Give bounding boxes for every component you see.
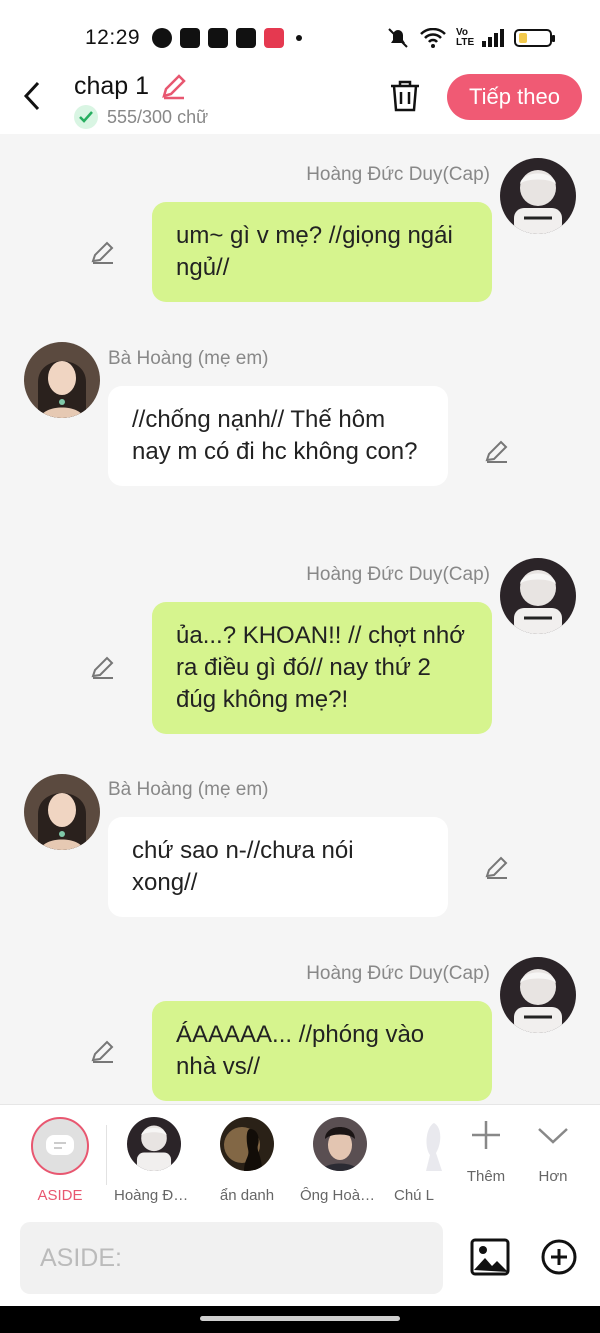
pencil-icon [91, 656, 114, 679]
avatar-image [24, 342, 100, 418]
add-more-button[interactable] [540, 1238, 578, 1276]
avatar-image [127, 1117, 181, 1171]
signal-icon [482, 29, 504, 47]
character-label: ASIDE [37, 1187, 83, 1204]
avatar-ba-hoang[interactable] [24, 774, 100, 850]
youtube-icon [236, 28, 256, 48]
add-label: Thêm [466, 1168, 506, 1185]
character-label: ẩn danh [219, 1187, 275, 1204]
home-handle[interactable] [200, 1316, 400, 1321]
notification-icons [152, 28, 302, 48]
character-avatar [127, 1117, 181, 1171]
messenger-icon [152, 28, 172, 48]
pencil-icon [91, 1040, 114, 1063]
avatar-image [500, 158, 576, 234]
word-count: 555/300 chữ [107, 107, 209, 127]
avatar-image [220, 1117, 274, 1171]
pencil-icon [162, 74, 186, 100]
message-bubble[interactable]: ủa...? KHOAN!! // chợt nhớ ra điều gì đó… [152, 602, 492, 734]
message-input[interactable] [20, 1222, 443, 1294]
character-an-danh[interactable]: ẩn danh [207, 1117, 287, 1204]
divider [106, 1125, 107, 1185]
chapter-title[interactable]: chap 1 [74, 72, 149, 101]
character-label: Hoàng Đứ... [114, 1187, 194, 1204]
character-duy[interactable]: Hoàng Đứ... [114, 1117, 194, 1204]
plus-icon [472, 1121, 500, 1149]
battery-icon [514, 29, 555, 47]
screen-record-icon [264, 28, 284, 48]
trash-icon [391, 80, 419, 112]
chevron-down-icon [538, 1128, 568, 1144]
avatar-duy[interactable] [500, 158, 576, 234]
character-avatar [404, 1117, 444, 1171]
add-character-button[interactable]: Thêm [456, 1119, 516, 1185]
avatar-image [500, 957, 576, 1033]
insert-image-button[interactable] [470, 1238, 510, 1276]
character-selector: ASIDE Hoàng Đứ... ẩn danh Ông Hoàn... Ch… [0, 1104, 600, 1212]
character-ong-hoang[interactable]: Ông Hoàn... [300, 1117, 380, 1204]
speaker-name: Bà Hoàng (mẹ em) [108, 779, 269, 800]
character-label: Chú L [394, 1187, 435, 1204]
edit-message-button[interactable] [90, 654, 116, 680]
avatar-image [24, 774, 100, 850]
play-store-icon [208, 28, 228, 48]
chevron-left-icon [23, 81, 40, 111]
message-bubble[interactable]: um~ gì v mẹ? //giọng ngái ngủ// [152, 202, 492, 302]
pencil-icon [485, 440, 508, 463]
avatar-image [404, 1117, 444, 1171]
editor-header: chap 1 555/300 chữ Tiếp theo [0, 72, 600, 134]
pencil-icon [91, 241, 114, 264]
edit-message-button[interactable] [90, 1038, 116, 1064]
system-nav-bar [0, 1306, 600, 1333]
avatar-duy[interactable] [500, 957, 576, 1033]
speaker-name: Bà Hoàng (mẹ em) [108, 348, 269, 369]
avatar-image [313, 1117, 367, 1171]
shopping-icon [180, 28, 200, 48]
status-bar: 12:29 Vo LTE [0, 0, 600, 72]
speaker-name: Hoàng Đức Duy(Cap) [306, 963, 490, 984]
pencil-icon [485, 856, 508, 879]
character-chu-l[interactable]: Chú L [384, 1117, 444, 1204]
avatar-ba-hoang[interactable] [24, 342, 100, 418]
character-avatar [220, 1117, 274, 1171]
chat-area: Hoàng Đức Duy(Cap) um~ gì v mẹ? //giọng … [0, 134, 600, 1104]
speaker-name: Hoàng Đức Duy(Cap) [306, 164, 490, 185]
aside-avatar [31, 1117, 89, 1175]
delete-button[interactable] [388, 78, 422, 116]
speaker-name: Hoàng Đức Duy(Cap) [306, 564, 490, 585]
plus-circle-icon [541, 1239, 577, 1275]
wifi-icon [420, 28, 446, 48]
edit-message-button[interactable] [484, 438, 510, 464]
image-icon [470, 1238, 510, 1276]
message-bubble[interactable]: //chống nạnh// Thế hôm nay m có đi hc kh… [108, 386, 448, 486]
avatar-image [500, 558, 576, 634]
chat-bubble-icon [46, 1135, 74, 1155]
edit-message-button[interactable] [90, 239, 116, 265]
message-bubble[interactable]: ÁAAAAA... //phóng vào nhà vs// [152, 1001, 492, 1101]
edit-message-button[interactable] [484, 854, 510, 880]
back-button[interactable] [22, 80, 52, 112]
network-label: Vo LTE [456, 27, 475, 48]
character-avatar [313, 1117, 367, 1171]
check-icon [79, 111, 93, 123]
character-aside[interactable]: ASIDE [20, 1117, 100, 1204]
mute-icon [388, 28, 408, 48]
more-label: Hơn [538, 1168, 568, 1185]
system-icons: Vo LTE [386, 27, 555, 49]
check-badge [74, 105, 98, 129]
edit-title-button[interactable] [160, 72, 188, 100]
status-time: 12:29 [85, 26, 141, 49]
character-label: Ông Hoàn... [300, 1187, 380, 1204]
composer [0, 1212, 600, 1306]
avatar-duy[interactable] [500, 558, 576, 634]
message-bubble[interactable]: chứ sao n-//chưa nói xong// [108, 817, 448, 917]
next-button[interactable]: Tiếp theo [447, 74, 582, 120]
more-notifications-icon [296, 35, 302, 41]
more-characters-button[interactable]: Hơn [523, 1119, 583, 1185]
